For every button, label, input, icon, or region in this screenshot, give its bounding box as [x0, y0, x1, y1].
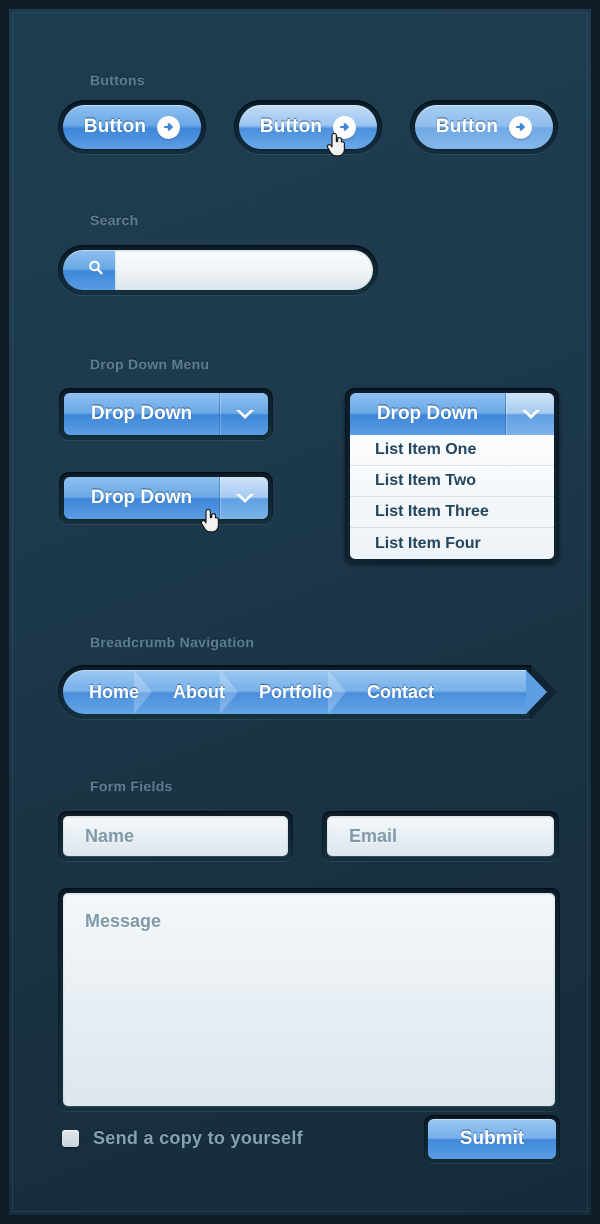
dropdown-hover-main[interactable]: Drop Down [64, 477, 220, 519]
breadcrumb-label: Home [89, 681, 140, 702]
breadcrumb-section-label: Breadcrumb Navigation [90, 634, 255, 650]
button-hover[interactable]: Button [234, 100, 382, 154]
button-normal-surface[interactable]: Button [63, 105, 201, 149]
dropdown-hover-surface[interactable]: Drop Down [64, 477, 268, 519]
send-copy-label: Send a copy to yourself [93, 1128, 303, 1148]
arrow-right-circle-icon [333, 115, 357, 139]
send-copy-checkbox[interactable] [62, 1130, 79, 1147]
dropdown-normal-main[interactable]: Drop Down [64, 393, 220, 435]
dropdown-open[interactable]: Drop Down List Item One List Item Two Li… [345, 388, 559, 563]
dropdown-label: Drop Down [376, 403, 479, 424]
button-label: Button [83, 116, 147, 137]
submit-button-surface[interactable]: Submit [428, 1119, 556, 1159]
search-bar[interactable] [58, 245, 378, 295]
submit-button[interactable]: Submit [424, 1115, 560, 1163]
search-input[interactable] [115, 250, 373, 290]
breadcrumb-label: About [173, 681, 225, 702]
dropdown-section-label: Drop Down Menu [90, 356, 210, 372]
button-label: Button [259, 116, 323, 137]
search-section-label: Search [90, 212, 139, 228]
breadcrumb-label: Contact [367, 681, 434, 702]
breadcrumb-item-portfolio[interactable]: Portfolio [237, 670, 346, 714]
email-field-wrapper[interactable] [322, 811, 559, 861]
chevron-down-icon[interactable] [220, 477, 268, 519]
arrow-right-circle-icon [509, 115, 533, 139]
chevron-down-icon[interactable] [220, 393, 268, 435]
list-item[interactable]: List Item Two [350, 466, 554, 497]
form-section-label: Form Fields [90, 778, 173, 794]
button-active[interactable]: Button [410, 100, 558, 154]
breadcrumb-item-home[interactable]: Home [63, 670, 153, 714]
dropdown-label: Drop Down [90, 487, 193, 508]
button-hover-surface[interactable]: Button [239, 105, 377, 149]
chevron-down-icon[interactable] [506, 393, 554, 435]
dropdown-label: Drop Down [90, 403, 193, 424]
breadcrumb-item-about[interactable]: About [151, 670, 238, 714]
dropdown-normal[interactable]: Drop Down [59, 388, 273, 440]
breadcrumb-label: Portfolio [259, 681, 333, 702]
message-textarea[interactable] [63, 893, 555, 1106]
breadcrumb: Home About Portfolio Contact [58, 665, 557, 719]
ui-kit-page: Buttons Button Button Button Search Drop… [0, 0, 600, 1224]
button-active-surface[interactable]: Button [415, 105, 553, 149]
dropdown-normal-surface[interactable]: Drop Down [64, 393, 268, 435]
submit-label: Submit [459, 1128, 525, 1149]
dropdown-open-header[interactable]: Drop Down [350, 393, 554, 435]
buttons-section-label: Buttons [90, 72, 145, 88]
email-input[interactable] [327, 816, 554, 856]
dropdown-open-main[interactable]: Drop Down [350, 393, 506, 435]
button-label: Button [435, 116, 499, 137]
arrow-right-circle-icon [157, 115, 181, 139]
name-field-wrapper[interactable] [58, 811, 293, 861]
message-field-wrapper[interactable] [58, 888, 560, 1111]
breadcrumb-inner: Home About Portfolio Contact [63, 670, 547, 714]
list-item[interactable]: List Item Four [350, 528, 554, 559]
send-copy-row[interactable]: Send a copy to yourself [62, 1128, 303, 1149]
dropdown-list: List Item One List Item Two List Item Th… [350, 435, 554, 559]
list-item[interactable]: List Item Three [350, 497, 554, 528]
button-normal[interactable]: Button [58, 100, 206, 154]
list-item[interactable]: List Item One [350, 435, 554, 466]
magnifier-icon [86, 258, 106, 283]
breadcrumb-item-contact[interactable]: Contact [345, 670, 446, 714]
name-input[interactable] [63, 816, 288, 856]
dropdown-hover[interactable]: Drop Down [59, 472, 273, 524]
